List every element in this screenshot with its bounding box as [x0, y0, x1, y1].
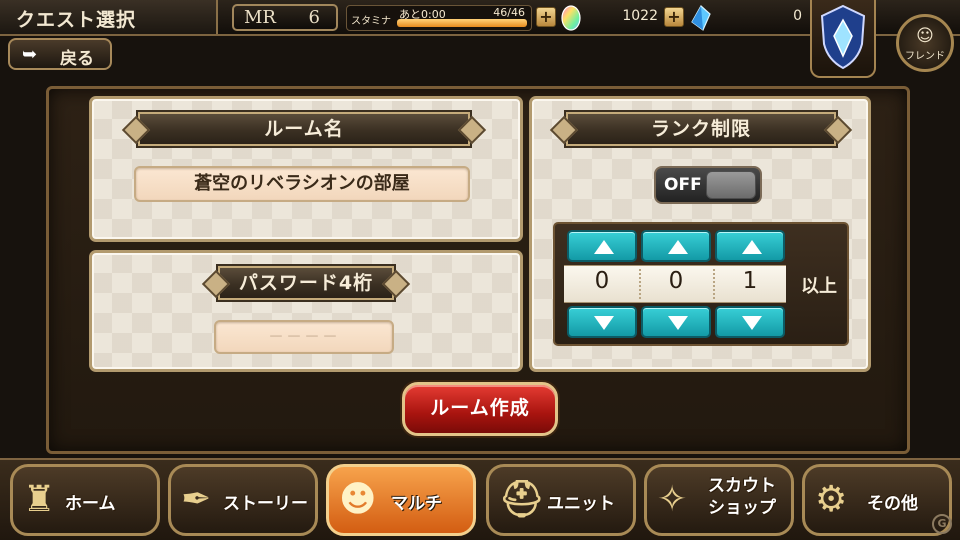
nav-scout-shop-button[interactable]: ✧ スカウト ショップ	[644, 464, 794, 536]
nav-scout-label: スカウト	[708, 476, 776, 496]
arrow-up-icon	[668, 240, 688, 254]
nav-shop-label: ショップ	[708, 498, 776, 518]
arrow-down-icon	[742, 316, 762, 330]
toggle-state-label: OFF	[664, 175, 702, 195]
crystal-count: 0	[793, 8, 802, 24]
rank-digit-3: 1	[742, 268, 758, 294]
gears-icon: ⚙	[815, 479, 848, 520]
rank-digit-1-down-button[interactable]	[567, 306, 637, 338]
back-button[interactable]: ➥ 戻る	[8, 38, 112, 70]
stamina-recover-plus-button[interactable]: +	[536, 7, 556, 27]
arrow-up-icon	[742, 240, 762, 254]
rank-limit-toggle[interactable]: OFF	[654, 166, 762, 204]
nav-multi-button[interactable]: ☻ マルチ	[326, 464, 476, 536]
create-room-button[interactable]: ルーム作成	[402, 382, 558, 436]
back-arrow-icon: ➥	[22, 44, 38, 65]
coin-count: 1022	[622, 8, 658, 24]
friend-button[interactable]: ☺ フレンド	[896, 14, 954, 72]
shield-crystal-icon	[820, 4, 866, 70]
rank-digit-1-up-button[interactable]	[567, 230, 637, 262]
rank-digit-3-down-button[interactable]	[715, 306, 785, 338]
castle-icon: ♜	[23, 479, 56, 520]
player-rank-box: MR 6	[232, 4, 338, 31]
stamina-bar-fill	[397, 19, 527, 27]
rank-label: MR	[244, 7, 276, 28]
fairy-icon: ✧	[657, 479, 688, 520]
rank-value: 6	[308, 7, 320, 28]
rank-digit-3-up-button[interactable]	[715, 230, 785, 262]
nav-unit-button[interactable]: ⛑ ユニット	[486, 464, 636, 536]
rank-digit-2-down-button[interactable]	[641, 306, 711, 338]
toggle-knob	[706, 171, 756, 199]
stamina-count: 46/46	[493, 6, 525, 19]
nav-other-button[interactable]: ⚙ その他	[802, 464, 952, 536]
nav-home-label: ホーム	[65, 494, 116, 514]
party-icon: ☻	[339, 479, 377, 520]
nav-other-label: その他	[867, 494, 918, 514]
guild-emblem-button[interactable]	[810, 0, 876, 78]
password-input[interactable]: －－－－	[214, 320, 394, 354]
rainbow-gem-icon	[561, 5, 581, 31]
arrow-down-icon	[594, 316, 614, 330]
nav-home-button[interactable]: ♜ ホーム	[10, 464, 160, 536]
room-name-header: ルーム名	[138, 112, 470, 146]
friend-label: フレンド	[905, 51, 945, 62]
rank-limit-header: ランク制限	[566, 112, 836, 146]
friend-icon: ☺	[916, 26, 934, 46]
rank-suffix-label: 以上	[801, 276, 837, 297]
password-header: パスワード4桁	[218, 266, 394, 300]
blue-crystal-icon	[691, 5, 711, 31]
back-button-label: 戻る	[60, 49, 94, 69]
watermark-logo-icon: G	[932, 514, 952, 534]
nav-story-label: ストーリー	[223, 494, 308, 514]
room-name-input[interactable]: 蒼空のリベラシオンの部屋	[134, 166, 470, 202]
arrow-down-icon	[668, 316, 688, 330]
screen-title: クエスト選択	[0, 0, 218, 34]
stamina-bar	[397, 19, 527, 27]
rank-digit-1: 0	[594, 268, 610, 294]
stamina-label: スタミナ	[351, 16, 391, 27]
rank-digit-2: 0	[668, 268, 684, 294]
arrow-up-icon	[594, 240, 614, 254]
stamina-gauge: スタミナ あと0:00 46/46	[346, 5, 532, 31]
nav-unit-label: ユニット	[547, 494, 615, 514]
coin-purchase-plus-button[interactable]: +	[664, 7, 684, 27]
nav-multi-label: マルチ	[391, 494, 442, 514]
quill-scroll-icon: ✒	[181, 479, 212, 520]
rank-selector: 0 0 1 以上	[553, 222, 849, 346]
nav-story-button[interactable]: ✒ ストーリー	[168, 464, 318, 536]
helmet-icon: ⛑	[499, 479, 545, 520]
rank-digit-2-up-button[interactable]	[641, 230, 711, 262]
nav-scout-shop-label: スカウト ショップ	[697, 475, 787, 519]
